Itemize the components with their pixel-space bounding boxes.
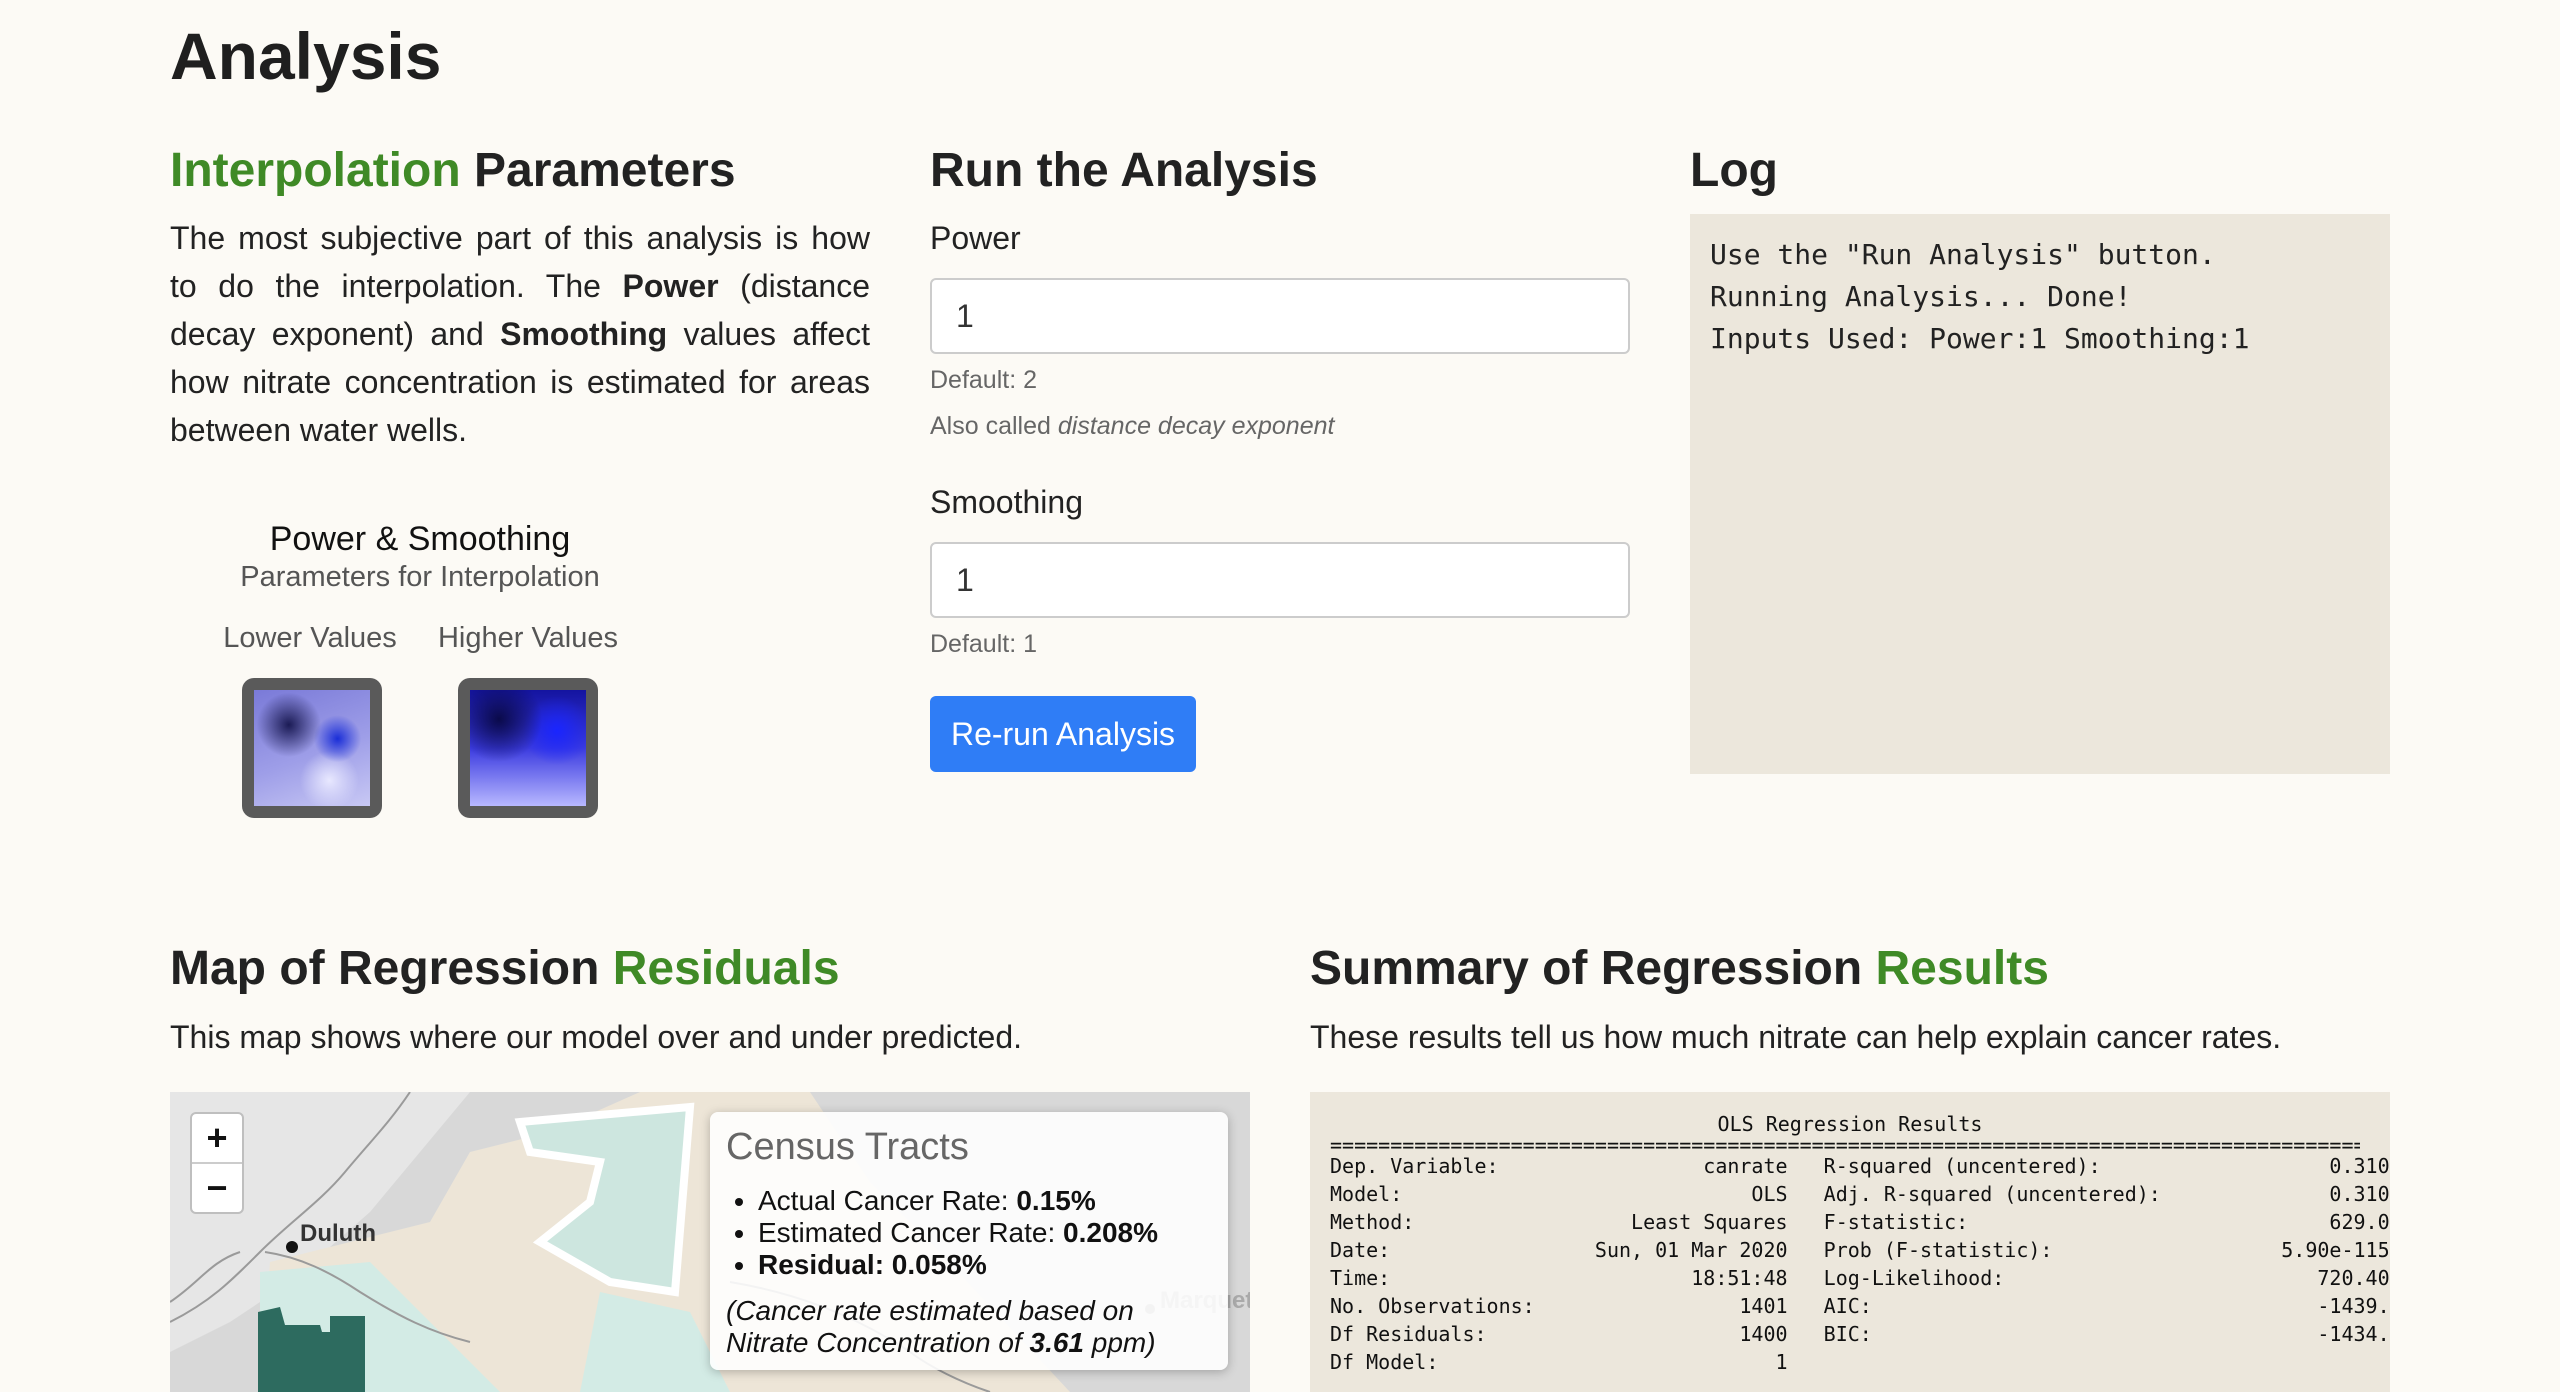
actual-rate-item: Actual Cancer Rate: 0.15% xyxy=(758,1185,1212,1217)
power-input[interactable] xyxy=(930,278,1630,354)
info-title: Census Tracts xyxy=(726,1126,969,1168)
map-heading-rest: Map of Regression xyxy=(170,942,600,995)
ols-summary-panel: OLS Regression Results =================… xyxy=(1310,1092,2390,1392)
actual-rate-value: 0.15% xyxy=(1016,1185,1096,1216)
ols-divider: ========================================… xyxy=(1330,1138,2360,1152)
higher-values-label: Higher Values xyxy=(437,622,618,654)
log-line: Inputs Used: Power:1 Smoothing:1 xyxy=(1710,322,2250,355)
map-heading: Map of Regression Residuals xyxy=(170,941,840,996)
zoom-out-button[interactable]: − xyxy=(192,1164,242,1212)
figure-title: Power & Smoothing xyxy=(269,520,571,558)
power-label: Power xyxy=(930,220,1021,256)
city-label-duluth: Duluth xyxy=(300,1220,376,1247)
info-list: Actual Cancer Rate: 0.15% Estimated Canc… xyxy=(726,1185,1212,1281)
page-title: Analysis xyxy=(170,19,442,93)
interpolation-description: The most subjective part of this analysi… xyxy=(170,214,870,454)
actual-rate-label: Actual Cancer Rate: xyxy=(758,1185,1009,1216)
log-line: Running Analysis... Done! xyxy=(1710,280,2132,313)
ols-row: Dep. Variable: canrate R-squared (uncent… xyxy=(1330,1154,2390,1178)
rerun-analysis-button[interactable]: Re-run Analysis xyxy=(930,696,1196,772)
summary-heading-rest: Summary of Regression xyxy=(1310,942,1863,995)
figure-subtitle: Parameters for Interpolation xyxy=(240,561,600,593)
ols-row: Df Residuals: 1400 BIC: -1434. xyxy=(1330,1322,2390,1346)
residual-value: Residual: 0.058% xyxy=(758,1249,987,1280)
log-line: Use the "Run Analysis" button. xyxy=(1710,238,2216,271)
map-zoom-control: + − xyxy=(190,1112,244,1214)
map-heading-accent: Residuals xyxy=(612,942,840,995)
interpolation-heading-rest: Parameters xyxy=(474,144,736,197)
log-heading: Log xyxy=(1690,144,1778,197)
smoothing-input[interactable] xyxy=(930,542,1630,618)
estimated-rate-value: 0.208% xyxy=(1063,1217,1158,1248)
map-description: This map shows where our model over and … xyxy=(170,1019,1022,1055)
lower-values-swatch xyxy=(242,678,382,818)
summary-heading-accent: Results xyxy=(1875,942,2049,995)
power-alias-prefix: Also called xyxy=(930,412,1051,440)
estimated-rate-label: Estimated Cancer Rate: xyxy=(758,1217,1056,1248)
power-term: Power xyxy=(622,268,719,304)
lower-values-label: Lower Values xyxy=(223,622,397,654)
interpolation-heading-accent: Interpolation xyxy=(170,144,461,197)
nitrate-value: 3.61 xyxy=(1029,1327,1085,1358)
log-panel: Use the "Run Analysis" button. Running A… xyxy=(1690,214,2390,774)
power-alias-term: distance decay exponent xyxy=(1057,412,1335,440)
zoom-in-button[interactable]: + xyxy=(192,1114,242,1162)
summary-heading: Summary of Regression Results xyxy=(1310,941,2049,996)
smoothing-default-text: Default: 1 xyxy=(930,630,1038,658)
interpolation-heading: Interpolation Parameters xyxy=(170,143,736,198)
higher-values-swatch xyxy=(458,678,598,818)
residual-item: Residual: 0.058% xyxy=(758,1249,1212,1281)
smoothing-term: Smoothing xyxy=(500,316,668,352)
estimated-rate-item: Estimated Cancer Rate: 0.208% xyxy=(758,1217,1212,1249)
power-default-text: Default: 2 xyxy=(930,366,1038,394)
ols-row: Date: Sun, 01 Mar 2020 Prob (F-statistic… xyxy=(1330,1238,2390,1262)
smoothing-label: Smoothing xyxy=(930,484,1083,520)
ols-row: Time: 18:51:48 Log-Likelihood: 720.40 xyxy=(1330,1266,2390,1290)
ols-row: Model: OLS Adj. R-squared (uncentered): … xyxy=(1330,1182,2390,1206)
residuals-map[interactable]: Duluth Marquet + − Census Tracts Actual … xyxy=(170,1092,1250,1392)
ols-row: No. Observations: 1401 AIC: -1439. xyxy=(1330,1294,2390,1318)
note-suffix: ppm) xyxy=(1091,1327,1156,1358)
census-tract-info-panel: Census Tracts Actual Cancer Rate: 0.15% … xyxy=(710,1112,1228,1370)
ols-row: Method: Least Squares F-statistic: 629.0 xyxy=(1330,1210,2390,1234)
interpolation-figure: Power & Smoothing Parameters for Interpo… xyxy=(200,520,640,594)
power-alias-text: Also called distance decay exponent xyxy=(930,412,1334,441)
run-analysis-heading: Run the Analysis xyxy=(930,144,1318,197)
info-note: (Cancer rate estimated based on Nitrate … xyxy=(726,1295,1212,1359)
ols-table-title: OLS Regression Results xyxy=(1717,1112,1983,1136)
ols-row: Df Model: 1 xyxy=(1330,1350,1788,1374)
summary-description: These results tell us how much nitrate c… xyxy=(1310,1019,2282,1055)
